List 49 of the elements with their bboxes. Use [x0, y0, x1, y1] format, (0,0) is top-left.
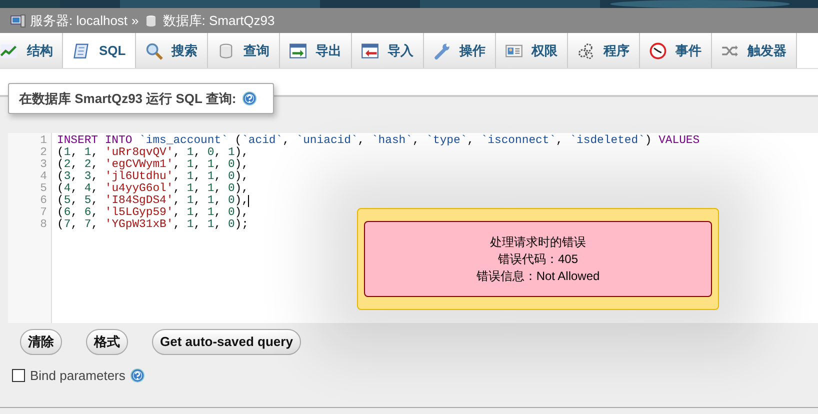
line-number: 3 — [39, 159, 48, 171]
code-line: (2, 2, 'egCVWym1', 1, 1, 0), — [57, 159, 248, 171]
code-line: (1, 1, 'uRr8qvQV', 1, 0, 1), — [57, 147, 248, 159]
scroll-icon — [72, 42, 90, 60]
error-detail: 错误代码：405 — [498, 250, 578, 268]
line-number: 5 — [39, 183, 48, 195]
nav-tab[interactable]: 触发器 — [712, 33, 797, 68]
action-button[interactable]: 格式 — [86, 329, 128, 354]
import-icon — [360, 42, 379, 60]
gears-icon — [576, 42, 595, 60]
line-number: 1 — [39, 135, 48, 147]
nav-tab[interactable]: 导入 — [352, 33, 424, 68]
code-line: INSERT INTO `ims_account` (`acid`, `uniacid`, `hash`, `type`, `isconnect`, `isdeleted`) VALUES — [57, 135, 700, 147]
chart-icon — [0, 42, 18, 60]
error-title: 处理请求时的错误 — [490, 234, 586, 250]
action-button[interactable]: 清除 — [20, 329, 62, 354]
nav-tab[interactable]: 导出 — [280, 33, 352, 68]
checkbox[interactable] — [12, 368, 25, 382]
nav-tab[interactable]: 结构 — [0, 33, 63, 68]
line-number: 8 — [39, 219, 48, 231]
computer-icon — [10, 12, 26, 28]
line-number: 7 — [39, 207, 48, 219]
breadcrumb-link[interactable]: 服务器: localhost — [30, 10, 128, 30]
code-line: (7, 7, 'YGpW31xB', 1, 1, 0); — [57, 219, 248, 231]
checkbox-label: Bind parameters — [30, 366, 126, 385]
error-detail: 错误信息：Not Allowed — [476, 268, 600, 284]
code-line: (3, 3, 'jl6Utdhu', 1, 1, 0), — [57, 171, 248, 183]
nav-tab[interactable]: 搜索 — [136, 33, 208, 68]
nav-tab[interactable]: 操作 — [424, 33, 496, 68]
panel-title: 在数据库 SmartQz93 运行 SQL 查询: — [19, 90, 236, 108]
code-line: (4, 4, 'u4yyG6ol', 1, 1, 0), — [57, 183, 248, 195]
clock-icon — [648, 42, 667, 60]
search-icon — [144, 42, 163, 60]
breadcrumb-link[interactable]: 数据库: SmartQz93 — [162, 10, 275, 30]
breadcrumb-separator: » — [132, 12, 139, 30]
help-icon — [242, 91, 258, 106]
export-icon — [288, 42, 307, 60]
line-number: 6 — [39, 195, 48, 207]
nav-tab[interactable]: 程序 — [568, 33, 640, 68]
code-line: (6, 6, 'l5LGyp59', 1, 1, 0), — [57, 207, 248, 219]
wrench-icon — [432, 42, 451, 60]
line-number: 4 — [39, 171, 48, 183]
action-button[interactable]: Get auto-saved query — [152, 329, 301, 354]
code-line: (5, 5, 'I84SgDS4', 1, 1, 0), — [57, 195, 250, 207]
help-icon — [130, 368, 146, 383]
nav-tab[interactable]: 查询 — [208, 33, 280, 68]
nav-tab[interactable]: 权限 — [496, 33, 568, 68]
line-number: 2 — [39, 147, 48, 159]
nav-tab[interactable]: 事件 — [640, 33, 712, 68]
